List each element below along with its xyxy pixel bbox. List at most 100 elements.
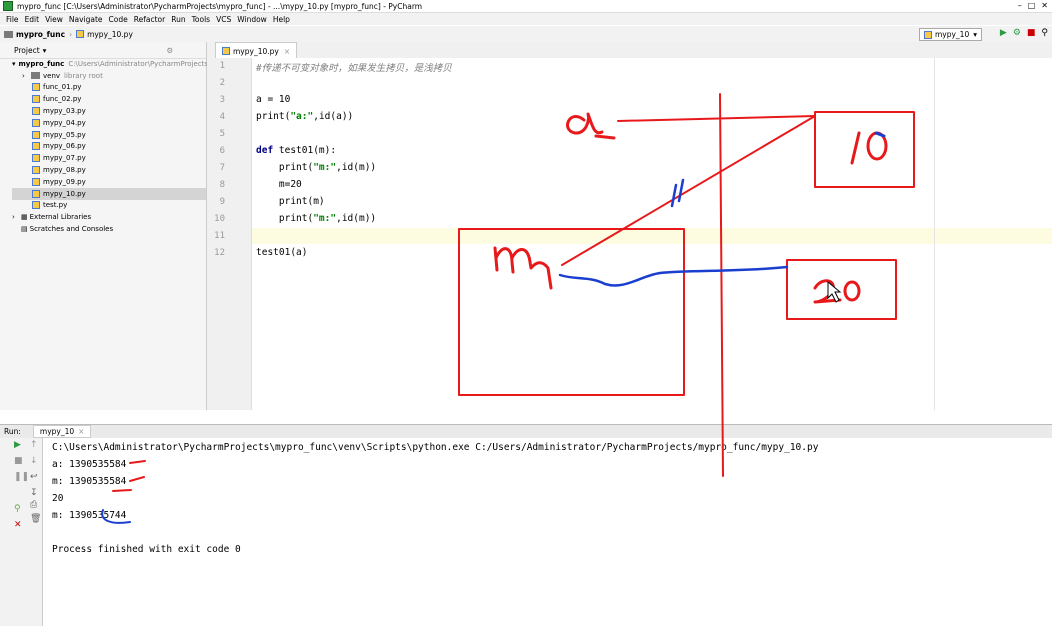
tree-file[interactable]: mypy_05.py [12,129,206,141]
code-line: print(m) [256,196,325,207]
line-number: 8 [219,180,225,190]
menu-vcs[interactable]: VCS [216,15,231,24]
breadcrumb-project[interactable]: mypro_func [16,30,65,39]
run-config-label: mypy_10 [934,30,970,39]
tree-file[interactable]: func_01.py [12,82,206,94]
code-token: print( [256,162,314,173]
tree-file-label: mypy_07.py [43,154,86,163]
tree-item-venv[interactable]: › venv library root [12,70,206,82]
menu-help[interactable]: Help [273,15,290,24]
close-icon[interactable]: ✕ [14,520,22,530]
breadcrumb-separator-icon: › [69,29,73,39]
breadcrumb: mypro_func › mypy_10.py [4,30,133,39]
breadcrumb-file[interactable]: mypy_10.py [87,30,133,39]
tree-item-external-libraries[interactable]: › ▦ External Libraries [12,211,206,223]
line-gutter: 1 2 3 4 5 6 7 8 9 10 11 12 [207,58,252,410]
tree-file[interactable]: mypy_07.py [12,152,206,164]
menu-run[interactable]: Run [171,15,185,24]
tree-file[interactable]: mypy_06.py [12,141,206,153]
tree-file[interactable]: mypy_09.py [12,176,206,188]
console-line: Process finished with exit code 0 [52,544,241,555]
scratches-icon: ▤ [21,225,28,234]
tab-label: mypy_10.py [233,46,279,56]
tree-file-label: mypy_05.py [43,130,86,139]
tree-file-selected[interactable]: mypy_10.py [12,187,206,200]
console-line: C:\Users\Administrator\PycharmProjects\m… [52,442,819,453]
tab-mypy-10[interactable]: mypy_10.py × [215,42,298,59]
tree-file-label: mypy_08.py [43,166,86,175]
tree-file[interactable]: test.py [12,200,206,212]
console-output[interactable]: C:\Users\Administrator\PycharmProjects\m… [43,438,1052,626]
arrow-down-icon[interactable]: ↓ [30,456,38,466]
pycharm-icon [3,1,13,11]
tree-file-label: mypy_06.py [43,142,86,151]
line-number: 6 [219,146,225,156]
rerun-icon[interactable]: ▶ [14,440,21,450]
arrow-up-icon[interactable]: ↑ [30,440,38,450]
menu-edit[interactable]: Edit [25,15,40,24]
menu-window[interactable]: Window [237,15,267,24]
code-keyword: def [256,145,274,156]
tree-file[interactable]: mypy_04.py [12,117,206,129]
tree-item-scratches[interactable]: ▤ Scratches and Consoles [12,223,206,235]
maximize-icon[interactable]: □ [1028,1,1036,10]
title-bar: mypro_func [C:\Users\Administrator\Pycha… [0,0,1052,13]
pin-icon[interactable]: ⚲ [14,504,21,514]
menu-view[interactable]: View [45,15,63,24]
console-line: a: 1390535584 [52,459,127,470]
gear-icon[interactable]: ⚙ [166,46,173,55]
line-number: 2 [219,78,225,88]
search-icon[interactable]: ⚲ [1041,28,1048,38]
chevron-down-icon: ▾ [12,59,16,68]
debug-icon[interactable]: ⚙ [1013,28,1021,38]
tree-file-label: mypy_03.py [43,107,86,116]
menu-navigate[interactable]: Navigate [69,15,103,24]
chevron-down-icon[interactable]: ▾ [43,46,47,55]
menu-tools[interactable]: Tools [192,15,210,24]
run-tab[interactable]: mypy_10 × [32,425,92,438]
menu-code[interactable]: Code [109,15,128,24]
menu-refactor[interactable]: Refactor [134,15,165,24]
code-line: m=20 [256,179,302,190]
trash-icon[interactable]: 🗑 [30,514,41,524]
stop-icon[interactable]: ■ [1027,28,1036,38]
close-icon[interactable]: ✕ [1041,1,1048,10]
code-token: ,id(m)) [336,162,377,173]
tree-item-label: venv [43,71,61,80]
code-editor[interactable]: #传递不可变对象时，如果发生拷贝，是浅拷贝 a = 10 print("a:",… [252,58,1052,410]
scroll-to-end-icon[interactable]: ↧ [30,488,38,498]
code-comment: #传递不可变对象时，如果发生拷贝，是浅拷贝 [256,63,452,74]
code-string: "a:" [290,111,314,122]
run-toolbar: ▶ ⚙ ■ ⚲ [1000,28,1048,38]
tree-root-name: mypro_func [18,59,65,68]
tree-item-note: library root [64,71,103,80]
close-icon[interactable]: × [284,47,290,56]
code-token: ,id(a)) [313,111,354,122]
tree-file-label: mypy_10.py [43,189,86,198]
tree-file[interactable]: func_02.py [12,93,206,105]
tree-file-label: func_02.py [43,95,82,104]
pause-icon[interactable]: ❚❚ [14,472,29,482]
menu-file[interactable]: File [6,15,19,24]
code-token: print( [256,111,291,122]
minimize-icon[interactable]: – [1018,1,1022,10]
close-icon[interactable]: × [78,427,84,436]
run-icon[interactable]: ▶ [1000,28,1007,38]
tree-file[interactable]: mypy_08.py [12,164,206,176]
code-string: "m:" [313,162,337,173]
stop-icon[interactable]: ■ [14,456,23,466]
tree-root[interactable]: ▾ mypro_func C:\Users\Administrator\Pych… [12,58,208,70]
line-number: 12 [214,248,225,258]
project-view-select[interactable]: Project [14,46,40,55]
console-line: 20 [52,493,64,504]
code-line: a = 10 [256,94,291,105]
soft-wrap-icon[interactable]: ↩ [30,472,38,482]
tree-file-label: test.py [43,201,68,210]
tree-file[interactable]: mypy_03.py [12,105,206,117]
python-file-icon [222,47,230,55]
tree-item-label: External Libraries [29,213,92,222]
run-config-select[interactable]: mypy_10 ▾ [918,28,982,41]
print-icon[interactable]: ⎙ [30,500,37,510]
folder-icon [4,30,13,38]
code-line: test01(a) [256,247,308,258]
